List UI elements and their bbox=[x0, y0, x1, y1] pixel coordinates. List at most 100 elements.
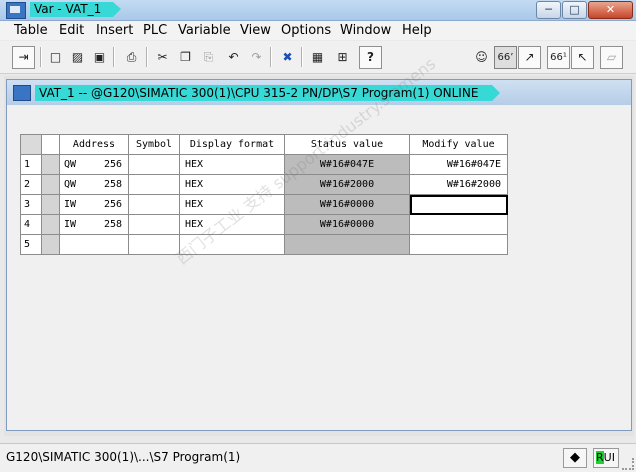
monitor-variable-icon[interactable]: 66’ bbox=[494, 46, 517, 69]
cut-icon[interactable]: ✂ bbox=[151, 46, 174, 69]
network-icon[interactable]: ▦ bbox=[306, 46, 329, 69]
table-icon-column-header bbox=[41, 134, 60, 155]
table-row[interactable]: 1 QW 256 HEX W#16#047E W#16#047E bbox=[20, 154, 508, 175]
menu-help[interactable]: Help bbox=[402, 23, 432, 38]
display-format-cell[interactable]: HEX bbox=[179, 214, 285, 235]
variable-table: Address Symbol Display format Status val… bbox=[20, 134, 508, 255]
cpu-mode-indicator: RUI bbox=[593, 448, 619, 468]
menu-plc[interactable]: PLC bbox=[143, 23, 167, 38]
symbol-cell[interactable] bbox=[128, 214, 180, 235]
paste-icon[interactable]: ⎘ bbox=[197, 46, 220, 69]
symbol-cell[interactable] bbox=[128, 154, 180, 175]
display-format-cell[interactable]: HEX bbox=[179, 194, 285, 215]
toolbar: ⇥ □ ▨ ▣ ⎙ ✂ ❐ ⎘ ↶ ↷ ✖ ▦ ⊞ ? ☺ 66’ ↗ 66¹ … bbox=[0, 41, 636, 74]
menu-window[interactable]: Window bbox=[340, 23, 391, 38]
window-title: Var - VAT_1 bbox=[30, 2, 122, 17]
display-format-column-header[interactable]: Display format bbox=[179, 134, 285, 155]
menu-table[interactable]: Table bbox=[14, 23, 48, 38]
close-button[interactable]: ✕ bbox=[588, 1, 633, 19]
menu-view[interactable]: View bbox=[240, 23, 271, 38]
vat-window-titlebar: VAT_1 -- @G120\SIMATIC 300(1)\CPU 315-2 … bbox=[7, 80, 631, 105]
status-value-column-header[interactable]: Status value bbox=[284, 134, 410, 155]
status-value-cell: W#16#0000 bbox=[284, 194, 410, 215]
status-value-cell: W#16#2000 bbox=[284, 174, 410, 195]
connection-diamond-icon: ◆ bbox=[563, 448, 587, 468]
accessible-nodes-icon[interactable]: ⊞ bbox=[331, 46, 354, 69]
table-row[interactable]: 2 QW 258 HEX W#16#2000 W#16#2000 bbox=[20, 174, 508, 195]
select-all-corner[interactable] bbox=[20, 134, 42, 155]
address-cell[interactable]: IW 256 bbox=[59, 194, 129, 215]
status-path: G120\SIMATIC 300(1)\...\S7 Program(1) bbox=[6, 450, 241, 464]
row-gutter bbox=[41, 174, 60, 195]
maximize-button[interactable]: □ bbox=[562, 1, 587, 19]
vat-window-title: VAT_1 -- @G120\SIMATIC 300(1)\CPU 315-2 … bbox=[35, 85, 501, 101]
delete-icon[interactable]: ✖ bbox=[276, 46, 299, 69]
vat-window-body: Address Symbol Display format Status val… bbox=[7, 105, 631, 430]
new-icon[interactable]: □ bbox=[44, 46, 67, 69]
row-gutter bbox=[41, 154, 60, 175]
address-cell[interactable]: IW 258 bbox=[59, 214, 129, 235]
context-help-icon[interactable]: ? bbox=[359, 46, 382, 69]
row-number[interactable]: 3 bbox=[20, 194, 42, 215]
title-bar: Var - VAT_1 ─ □ ✕ bbox=[0, 0, 636, 21]
address-operand: IW bbox=[64, 219, 77, 230]
modify-value-cell[interactable] bbox=[409, 214, 508, 235]
menu-insert[interactable]: Insert bbox=[96, 23, 133, 38]
monitor-glasses-icon[interactable]: ☺ bbox=[470, 46, 493, 69]
status-value-cell bbox=[284, 234, 410, 255]
menu-options[interactable]: Options bbox=[281, 23, 331, 38]
symbol-column-header[interactable]: Symbol bbox=[128, 134, 180, 155]
row-number[interactable]: 5 bbox=[20, 234, 42, 255]
copy-icon[interactable]: ❐ bbox=[174, 46, 197, 69]
pin-icon[interactable]: ⇥ bbox=[12, 46, 35, 69]
address-cell[interactable] bbox=[59, 234, 129, 255]
row-number[interactable]: 2 bbox=[20, 174, 42, 195]
app-icon bbox=[6, 2, 26, 19]
row-gutter bbox=[41, 214, 60, 235]
symbol-cell[interactable] bbox=[128, 194, 180, 215]
vat-window: VAT_1 -- @G120\SIMATIC 300(1)\CPU 315-2 … bbox=[6, 79, 632, 431]
address-operand: IW bbox=[64, 199, 77, 210]
modify-value-cell[interactable]: W#16#2000 bbox=[409, 174, 508, 195]
table-row[interactable]: 4 IW 258 HEX W#16#0000 bbox=[20, 214, 508, 235]
address-number: 258 bbox=[103, 179, 122, 190]
activate-modify-icon[interactable]: ↖ bbox=[571, 46, 594, 69]
update-glasses-icon[interactable]: 66¹ bbox=[547, 46, 570, 69]
row-gutter bbox=[41, 194, 60, 215]
force-icon[interactable]: ⏥ bbox=[600, 46, 623, 69]
address-column-header[interactable]: Address bbox=[59, 134, 129, 155]
modify-value-cell-active[interactable] bbox=[409, 194, 508, 215]
modify-value-cell[interactable]: W#16#047E bbox=[409, 154, 508, 175]
resize-grip[interactable] bbox=[622, 458, 634, 470]
table-header-row: Address Symbol Display format Status val… bbox=[20, 134, 508, 155]
status-value-cell: W#16#0000 bbox=[284, 214, 410, 235]
run-indicator: R bbox=[596, 451, 604, 464]
address-operand: QW bbox=[64, 159, 77, 170]
address-number: 256 bbox=[103, 159, 122, 170]
open-icon[interactable]: ▨ bbox=[66, 46, 89, 69]
minimize-button[interactable]: ─ bbox=[536, 1, 561, 19]
address-cell[interactable]: QW 258 bbox=[59, 174, 129, 195]
menu-edit[interactable]: Edit bbox=[59, 23, 84, 38]
display-format-cell[interactable]: HEX bbox=[179, 174, 285, 195]
undo-icon[interactable]: ↶ bbox=[222, 46, 245, 69]
modify-value-column-header[interactable]: Modify value bbox=[409, 134, 508, 155]
table-row[interactable]: 5 bbox=[20, 234, 508, 255]
menu-variable[interactable]: Variable bbox=[178, 23, 231, 38]
row-number[interactable]: 4 bbox=[20, 214, 42, 235]
row-number[interactable]: 1 bbox=[20, 154, 42, 175]
modify-variable-icon[interactable]: ↗ bbox=[518, 46, 541, 69]
modify-value-cell[interactable] bbox=[409, 234, 508, 255]
save-icon[interactable]: ▣ bbox=[88, 46, 111, 69]
vat-icon bbox=[13, 85, 31, 101]
display-format-cell[interactable]: HEX bbox=[179, 154, 285, 175]
table-row[interactable]: 3 IW 256 HEX W#16#0000 bbox=[20, 194, 508, 215]
address-cell[interactable]: QW 256 bbox=[59, 154, 129, 175]
row-gutter bbox=[41, 234, 60, 255]
print-icon[interactable]: ⎙ bbox=[120, 46, 143, 69]
symbol-cell[interactable] bbox=[128, 234, 180, 255]
mode-rest: UI bbox=[603, 451, 615, 464]
symbol-cell[interactable] bbox=[128, 174, 180, 195]
display-format-cell[interactable] bbox=[179, 234, 285, 255]
redo-icon[interactable]: ↷ bbox=[245, 46, 268, 69]
